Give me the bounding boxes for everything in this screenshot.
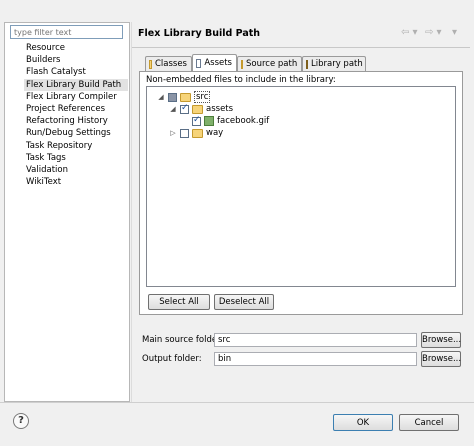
nav-item-flash-catalyst[interactable]: Flash Catalyst [26,66,128,78]
filter-input[interactable] [10,25,123,39]
forward-arrow-icon[interactable]: ⇨ ▾ [425,27,447,39]
expanded-twisty-icon[interactable]: ◢ [157,93,165,101]
nav-item-flex-library-build-path[interactable]: Flex Library Build Path [24,78,128,91]
gif-file-icon [204,116,214,126]
nav-item-refactoring-history[interactable]: Refactoring History [26,115,128,127]
tab-assets[interactable]: Assets [192,54,237,71]
assets-description: Non-embedded files to include in the lib… [146,75,336,85]
tab-source-path[interactable]: Source path [237,56,302,71]
nav-item-builders[interactable]: Builders [26,54,128,66]
assets-folder-icon [192,104,203,114]
header-separator [132,47,470,48]
way-checkbox[interactable] [180,128,189,138]
tab-library-path[interactable]: Library path [302,56,366,71]
view-menu-icon[interactable]: ▾ [452,27,462,39]
page-title: Flex Library Build Path [138,28,261,39]
deselect-all-button[interactable]: Deselect All [214,294,274,310]
output-browse-button[interactable]: Browse... [421,351,461,367]
tab-source-path-label: Source path [246,59,298,69]
tree-label-src: src [194,91,211,103]
help-icon[interactable]: ? [13,413,29,429]
assets-checkbox[interactable] [180,103,189,114]
cancel-button[interactable]: Cancel [399,414,459,431]
output-folder-input[interactable] [214,352,417,366]
nav-item-flex-library-compiler[interactable]: Flex Library Compiler [26,91,128,103]
way-folder-icon [192,128,203,138]
nav-item-task-repository[interactable]: Task Repository [26,140,128,152]
nav-item-resource[interactable]: Resource [26,42,128,54]
tab-assets-label: Assets [204,58,232,68]
main-source-folder-label: Main source folder: [142,335,224,345]
collapsed-twisty-icon[interactable]: ▷ [169,129,177,137]
output-folder-label: Output folder: [142,354,202,364]
source-path-folder-icon [241,59,243,69]
select-all-button[interactable]: Select All [148,294,210,310]
tree-label-way: way [206,128,224,138]
preference-page-list: Resource Builders Flash Catalyst Flex Li… [24,42,128,188]
library-books-icon [306,59,308,69]
panel-splitter[interactable] [131,22,132,402]
main-source-browse-button[interactable]: Browse... [421,332,461,348]
nav-item-project-references[interactable]: Project References [26,103,128,115]
tab-classes[interactable]: Classes [145,56,192,71]
tree-row-src[interactable]: ◢ src [147,91,455,103]
main-source-folder-input[interactable] [214,333,417,347]
tree-row-assets[interactable]: ◢ assets [147,103,455,115]
expanded-twisty-icon[interactable]: ◢ [169,105,177,113]
assets-file-icon [196,58,202,68]
classes-folder-icon [149,59,152,69]
tab-classes-label: Classes [154,59,187,69]
nav-item-task-tags[interactable]: Task Tags [26,152,128,164]
nav-item-run-debug-settings[interactable]: Run/Debug Settings [26,127,128,139]
assets-tree: ◢ src ◢ assets facebook.gif ▷ way [146,86,456,287]
tree-row-facebook-gif[interactable]: facebook.gif [147,115,455,127]
nav-item-wikitext[interactable]: WikiText [26,176,128,188]
facebook-gif-checkbox[interactable] [192,115,201,126]
tree-label-facebook-gif: facebook.gif [217,116,270,126]
src-checkbox[interactable] [168,92,177,102]
src-folder-icon [180,92,191,102]
tab-library-path-label: Library path [311,59,363,69]
back-arrow-icon[interactable]: ⇦ ▾ [401,27,423,39]
ok-button[interactable]: OK [333,414,393,431]
tree-row-way[interactable]: ▷ way [147,127,455,139]
footer-separator [0,402,474,403]
tree-label-assets: assets [206,104,234,114]
nav-item-validation[interactable]: Validation [26,164,128,176]
